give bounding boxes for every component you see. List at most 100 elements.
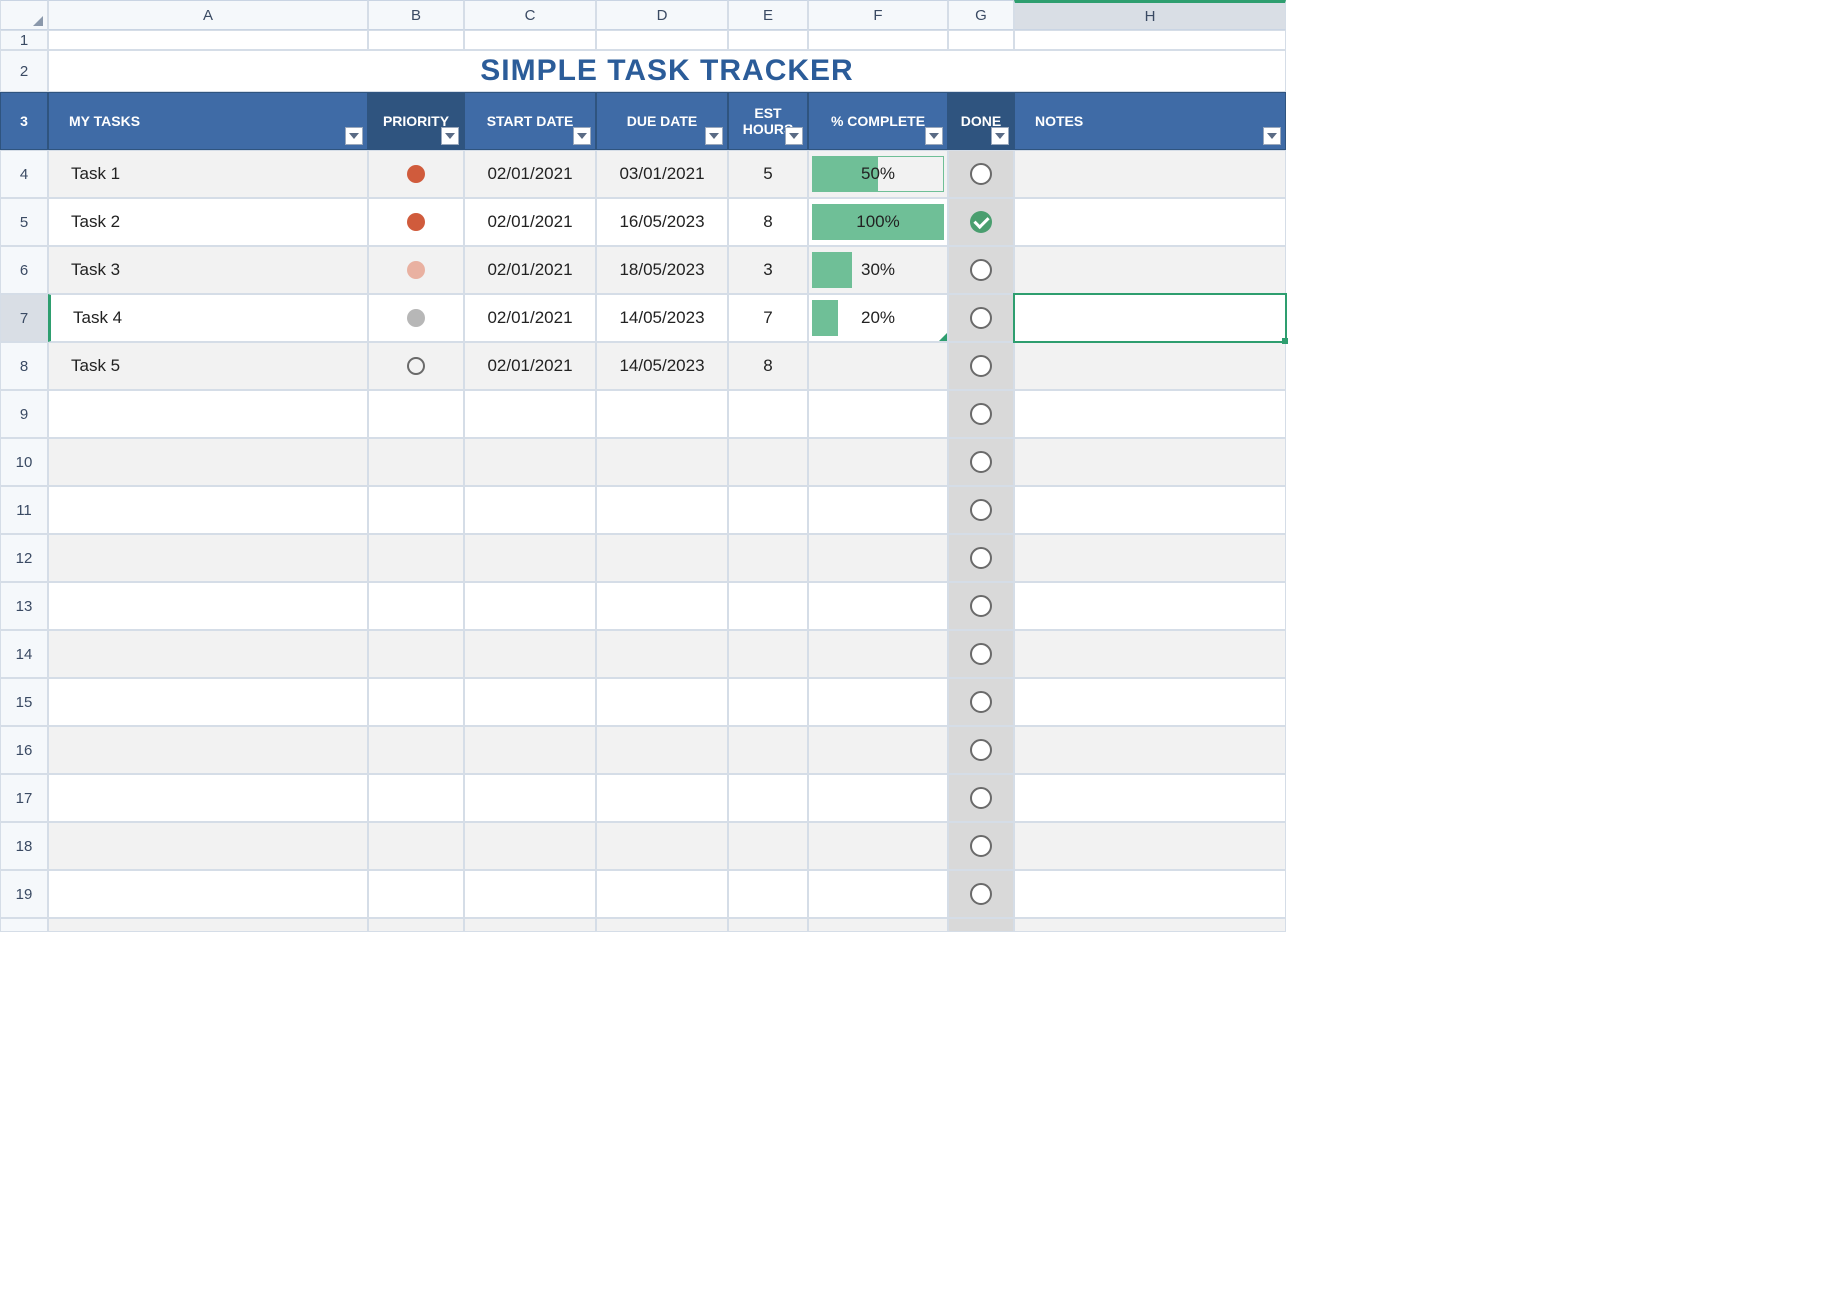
- cell-G1[interactable]: [948, 30, 1014, 50]
- col-header-D[interactable]: D: [596, 0, 728, 30]
- cell-pct-complete[interactable]: 100%: [808, 198, 948, 246]
- cell-task-name[interactable]: [48, 534, 368, 582]
- cell-task-name[interactable]: [48, 678, 368, 726]
- cell-task-name[interactable]: [48, 438, 368, 486]
- cell-notes[interactable]: [1014, 246, 1286, 294]
- cell-task-name[interactable]: Task 4: [48, 294, 368, 342]
- cell-est-hours[interactable]: 8: [728, 342, 808, 390]
- row-header-12[interactable]: 12: [0, 534, 48, 582]
- cell-task-name[interactable]: [48, 630, 368, 678]
- cell-priority[interactable]: [368, 774, 464, 822]
- cell-priority[interactable]: [368, 822, 464, 870]
- cell-priority[interactable]: [368, 870, 464, 918]
- cell-est-hours[interactable]: [728, 726, 808, 774]
- cell-priority[interactable]: [368, 486, 464, 534]
- cell-start-date[interactable]: [464, 870, 596, 918]
- col-header-G[interactable]: G: [948, 0, 1014, 30]
- cell-done[interactable]: [948, 582, 1014, 630]
- cell-done[interactable]: [948, 678, 1014, 726]
- cell-notes[interactable]: [1014, 774, 1286, 822]
- cell-done[interactable]: [948, 726, 1014, 774]
- row-header-7[interactable]: 7: [0, 294, 48, 342]
- cell-est-hours[interactable]: [728, 582, 808, 630]
- cell-priority[interactable]: [368, 342, 464, 390]
- cell-due-date[interactable]: [596, 822, 728, 870]
- filter-icon[interactable]: [441, 127, 459, 145]
- cell-done[interactable]: [948, 870, 1014, 918]
- cell-due-date[interactable]: [596, 486, 728, 534]
- row-header-2[interactable]: 2: [0, 50, 48, 92]
- cell-est-hours[interactable]: [728, 390, 808, 438]
- row-header-3[interactable]: 3: [0, 92, 48, 150]
- cell-H1[interactable]: [1014, 30, 1286, 50]
- cell-notes[interactable]: [1014, 582, 1286, 630]
- cell-notes[interactable]: [1014, 870, 1286, 918]
- cell-pct-complete[interactable]: 30%: [808, 246, 948, 294]
- cell-start-date[interactable]: [464, 774, 596, 822]
- row-header-14[interactable]: 14: [0, 630, 48, 678]
- cell-task-name[interactable]: [48, 582, 368, 630]
- filter-icon[interactable]: [991, 127, 1009, 145]
- cell-task-name[interactable]: Task 2: [48, 198, 368, 246]
- cell-notes[interactable]: [1014, 726, 1286, 774]
- header-done[interactable]: DONE: [948, 92, 1014, 150]
- cell-est-hours[interactable]: [728, 438, 808, 486]
- title-cell[interactable]: SIMPLE TASK TRACKER: [48, 50, 1286, 92]
- cell-start-date[interactable]: 02/01/2021: [464, 294, 596, 342]
- cell-start-date[interactable]: [464, 534, 596, 582]
- cell-est-hours[interactable]: [728, 870, 808, 918]
- cell-est-hours[interactable]: [728, 630, 808, 678]
- header-est[interactable]: EST HOURS: [728, 92, 808, 150]
- filter-icon[interactable]: [925, 127, 943, 145]
- cell-priority[interactable]: [368, 630, 464, 678]
- cell-due-date[interactable]: 03/01/2021: [596, 150, 728, 198]
- cell-est-hours[interactable]: [728, 534, 808, 582]
- cell-priority[interactable]: [368, 678, 464, 726]
- cell-F20[interactable]: [808, 918, 948, 932]
- row-header-20[interactable]: [0, 918, 48, 932]
- row-header-8[interactable]: 8: [0, 342, 48, 390]
- cell-pct-complete[interactable]: [808, 630, 948, 678]
- col-header-B[interactable]: B: [368, 0, 464, 30]
- cell-E1[interactable]: [728, 30, 808, 50]
- cell-est-hours[interactable]: 5: [728, 150, 808, 198]
- cell-due-date[interactable]: [596, 678, 728, 726]
- cell-C1[interactable]: [464, 30, 596, 50]
- cell-done[interactable]: [948, 774, 1014, 822]
- cell-start-date[interactable]: [464, 678, 596, 726]
- cell-est-hours[interactable]: 3: [728, 246, 808, 294]
- cell-D1[interactable]: [596, 30, 728, 50]
- row-header-17[interactable]: 17: [0, 774, 48, 822]
- cell-pct-complete[interactable]: [808, 774, 948, 822]
- cell-pct-complete[interactable]: [808, 390, 948, 438]
- cell-done[interactable]: [948, 534, 1014, 582]
- cell-B20[interactable]: [368, 918, 464, 932]
- cell-priority[interactable]: [368, 294, 464, 342]
- cell-due-date[interactable]: 16/05/2023: [596, 198, 728, 246]
- cell-start-date[interactable]: [464, 582, 596, 630]
- row-header-5[interactable]: 5: [0, 198, 48, 246]
- cell-notes[interactable]: [1014, 294, 1286, 342]
- cell-notes[interactable]: [1014, 630, 1286, 678]
- cell-done[interactable]: [948, 198, 1014, 246]
- cell-E20[interactable]: [728, 918, 808, 932]
- cell-start-date[interactable]: 02/01/2021: [464, 342, 596, 390]
- header-priority[interactable]: PRIORITY: [368, 92, 464, 150]
- cell-task-name[interactable]: [48, 726, 368, 774]
- row-header-15[interactable]: 15: [0, 678, 48, 726]
- cell-task-name[interactable]: [48, 486, 368, 534]
- row-header-1[interactable]: 1: [0, 30, 48, 50]
- cell-est-hours[interactable]: 8: [728, 198, 808, 246]
- cell-task-name[interactable]: [48, 390, 368, 438]
- cell-start-date[interactable]: [464, 390, 596, 438]
- cell-pct-complete[interactable]: [808, 822, 948, 870]
- cell-start-date[interactable]: [464, 438, 596, 486]
- cell-priority[interactable]: [368, 150, 464, 198]
- row-header-11[interactable]: 11: [0, 486, 48, 534]
- cell-due-date[interactable]: 14/05/2023: [596, 294, 728, 342]
- cell-notes[interactable]: [1014, 342, 1286, 390]
- cell-priority[interactable]: [368, 582, 464, 630]
- cell-pct-complete[interactable]: [808, 870, 948, 918]
- cell-priority[interactable]: [368, 438, 464, 486]
- cell-start-date[interactable]: [464, 630, 596, 678]
